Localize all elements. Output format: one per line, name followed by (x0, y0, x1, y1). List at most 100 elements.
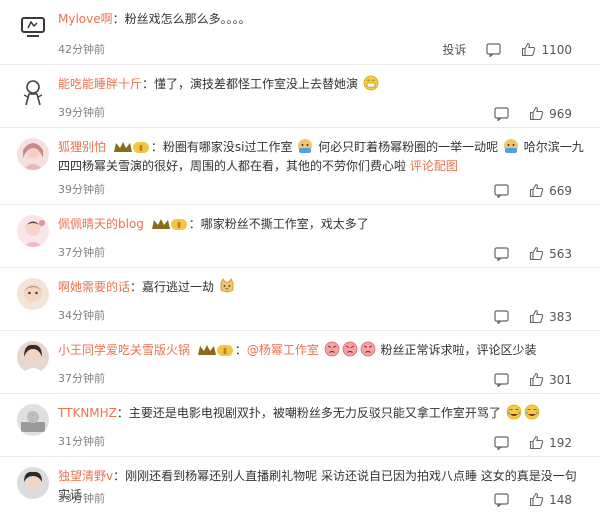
comment-actions: 192 (474, 435, 572, 450)
comment-item: 狐狸别怕 Ⅱ ：粉圈有哪家没si过工作室 何必只盯着杨幂粉圈的一举一动呢 哈尔滨一… (0, 128, 600, 205)
username-link[interactable]: TTKNMHZ (58, 406, 117, 420)
comment-time: 33分钟前 (58, 492, 105, 505)
comment-text: 何必只盯着杨幂粉圈的一举一动呢 (318, 140, 499, 154)
comment-time: 39分钟前 (58, 106, 105, 119)
angry-emoji-icon (342, 341, 358, 357)
mention-link[interactable]: @杨幂工作室 (247, 343, 319, 357)
reply-button[interactable] (494, 435, 509, 450)
comment-item: Mylove啊：粉丝戏怎么那么多。。。。 42分钟前 投诉 1100 (0, 0, 600, 65)
like-button[interactable]: 148 (529, 492, 572, 507)
avatar[interactable] (17, 341, 49, 373)
thumbs-up-icon (522, 42, 536, 57)
like-button[interactable]: 192 (529, 435, 572, 450)
vip-badge-icon: Ⅱ (197, 345, 233, 356)
like-count: 1100 (541, 42, 572, 57)
comment-time: 31分钟前 (58, 435, 105, 448)
comment-icon (494, 183, 509, 198)
comment-body: 啊她需要的话：嘉行逃过一劫 (58, 278, 584, 297)
avatar[interactable] (17, 10, 49, 42)
comment-time: 42分钟前 (58, 43, 105, 56)
comment-body: Mylove啊：粉丝戏怎么那么多。。。。 (58, 12, 251, 26)
comment-image-link[interactable]: 评论配图 (410, 159, 458, 173)
comment-item: 独望清野v：刚刚还看到杨幂还别人直播刷礼物呢 采访还说自已因为拍戏八点睡 这女的… (0, 457, 600, 513)
comment-icon (494, 309, 509, 324)
comment-item: 佩佩晴天的blog Ⅱ ：哪家粉丝不撕工作室，戏太多了 37分钟前 563 (0, 205, 600, 268)
like-button[interactable]: 563 (529, 246, 572, 261)
like-count: 383 (549, 309, 572, 324)
comment-actions: 301 (474, 372, 572, 387)
reply-button[interactable] (494, 183, 509, 198)
like-button[interactable]: 1100 (521, 42, 572, 57)
comment-actions: 969 (474, 106, 572, 121)
comment-actions: 669 (474, 183, 572, 198)
comment-time: 37分钟前 (58, 246, 105, 259)
username-link[interactable]: 佩佩晴天的blog (58, 217, 144, 231)
thumbs-up-icon (530, 246, 544, 261)
laugh-cry-emoji-icon (506, 404, 522, 420)
comment-text: 嘉行逃过一劫 (142, 280, 215, 294)
thumbs-up-icon (530, 435, 544, 450)
comment-icon (486, 42, 502, 57)
svg-text:Ⅱ: Ⅱ (139, 144, 143, 153)
username-link[interactable]: 能吃能睡胖十斤 (58, 77, 142, 91)
laugh-cry-emoji-icon (524, 404, 540, 420)
comment-text: 主要还是电影电视剧双扑，被嘲粉丝多无力反驳只能又拿工作室开骂了 (128, 406, 501, 420)
svg-text:Ⅱ: Ⅱ (177, 221, 181, 230)
like-button[interactable]: 301 (529, 372, 572, 387)
like-button[interactable]: 383 (529, 309, 572, 324)
comment-text: 哪家粉丝不撕工作室，戏太多了 (200, 217, 369, 231)
comment-text: 粉圈有哪家没si过工作室 (162, 140, 293, 154)
reply-button[interactable] (494, 492, 509, 507)
comment-item: TTKNMHZ：主要还是电影电视剧双扑，被嘲粉丝多无力反驳只能又拿工作室开骂了 … (0, 394, 600, 457)
thumbs-up-icon (530, 183, 544, 198)
doge-emoji-icon (503, 139, 518, 153)
avatar[interactable] (17, 278, 49, 310)
thumbs-up-icon (530, 106, 544, 121)
thumbs-up-icon (530, 492, 544, 507)
reply-button[interactable] (494, 106, 509, 121)
username-link[interactable]: 狐狸别怕 (58, 140, 106, 154)
cat-emoji-icon (220, 278, 234, 293)
comment-time: 34分钟前 (58, 309, 105, 322)
like-count: 148 (549, 492, 572, 507)
comment-icon (494, 106, 509, 121)
username-link[interactable]: 小王同学爱吃关雪版火锅 (58, 343, 190, 357)
username-link[interactable]: 独望清野v (58, 469, 113, 483)
comment-icon (494, 492, 509, 507)
reply-button[interactable] (494, 309, 509, 324)
comment-item: 小王同学爱吃关雪版火锅 Ⅱ ：@杨幂工作室 粉丝正常诉求啦，评论区少装 37分钟前… (0, 331, 600, 394)
avatar[interactable] (17, 138, 49, 170)
reply-button[interactable] (494, 246, 509, 261)
grinning-emoji-icon (363, 75, 379, 91)
comment-actions: 383 (474, 309, 572, 324)
comment-text: 粉丝正常诉求啦，评论区少装 (380, 343, 537, 357)
avatar[interactable] (17, 404, 49, 436)
avatar[interactable] (17, 215, 49, 247)
like-count: 192 (549, 435, 572, 450)
comment-body: TTKNMHZ：主要还是电影电视剧双扑，被嘲粉丝多无力反驳只能又拿工作室开骂了 (58, 404, 584, 423)
comment-item: 能吃能睡胖十斤：懂了，演技差都怪工作室没上去替她演 39分钟前 969 (0, 65, 600, 128)
svg-text:Ⅱ: Ⅱ (223, 347, 227, 356)
comment-time: 39分钟前 (58, 183, 105, 196)
comment-text: 粉丝戏怎么那么多。。。。 (124, 12, 251, 26)
angry-emoji-icon (360, 341, 376, 357)
report-button[interactable]: 投诉 (442, 41, 466, 58)
username-link[interactable]: 啊她需要的话 (58, 280, 130, 294)
comment-list: Mylove啊：粉丝戏怎么那么多。。。。 42分钟前 投诉 1100 能吃能睡胖 (0, 0, 600, 513)
vip-badge-icon: Ⅱ (151, 219, 187, 230)
thumbs-up-icon (530, 372, 544, 387)
avatar[interactable] (17, 467, 49, 499)
comment-text: 懂了，演技差都怪工作室没上去替她演 (154, 77, 359, 91)
doge-emoji-icon (298, 139, 313, 153)
avatar[interactable] (17, 75, 49, 107)
like-count: 669 (549, 183, 572, 198)
reply-button[interactable] (486, 42, 502, 57)
comment-body: 能吃能睡胖十斤：懂了，演技差都怪工作室没上去替她演 (58, 75, 584, 94)
like-button[interactable]: 669 (529, 183, 572, 198)
username-link[interactable]: Mylove啊 (58, 12, 113, 26)
reply-button[interactable] (494, 372, 509, 387)
comment-icon (494, 246, 509, 261)
comment-body: 小王同学爱吃关雪版火锅 Ⅱ ：@杨幂工作室 粉丝正常诉求啦，评论区少装 (58, 341, 537, 357)
like-count: 301 (549, 372, 572, 387)
like-button[interactable]: 969 (529, 106, 572, 121)
